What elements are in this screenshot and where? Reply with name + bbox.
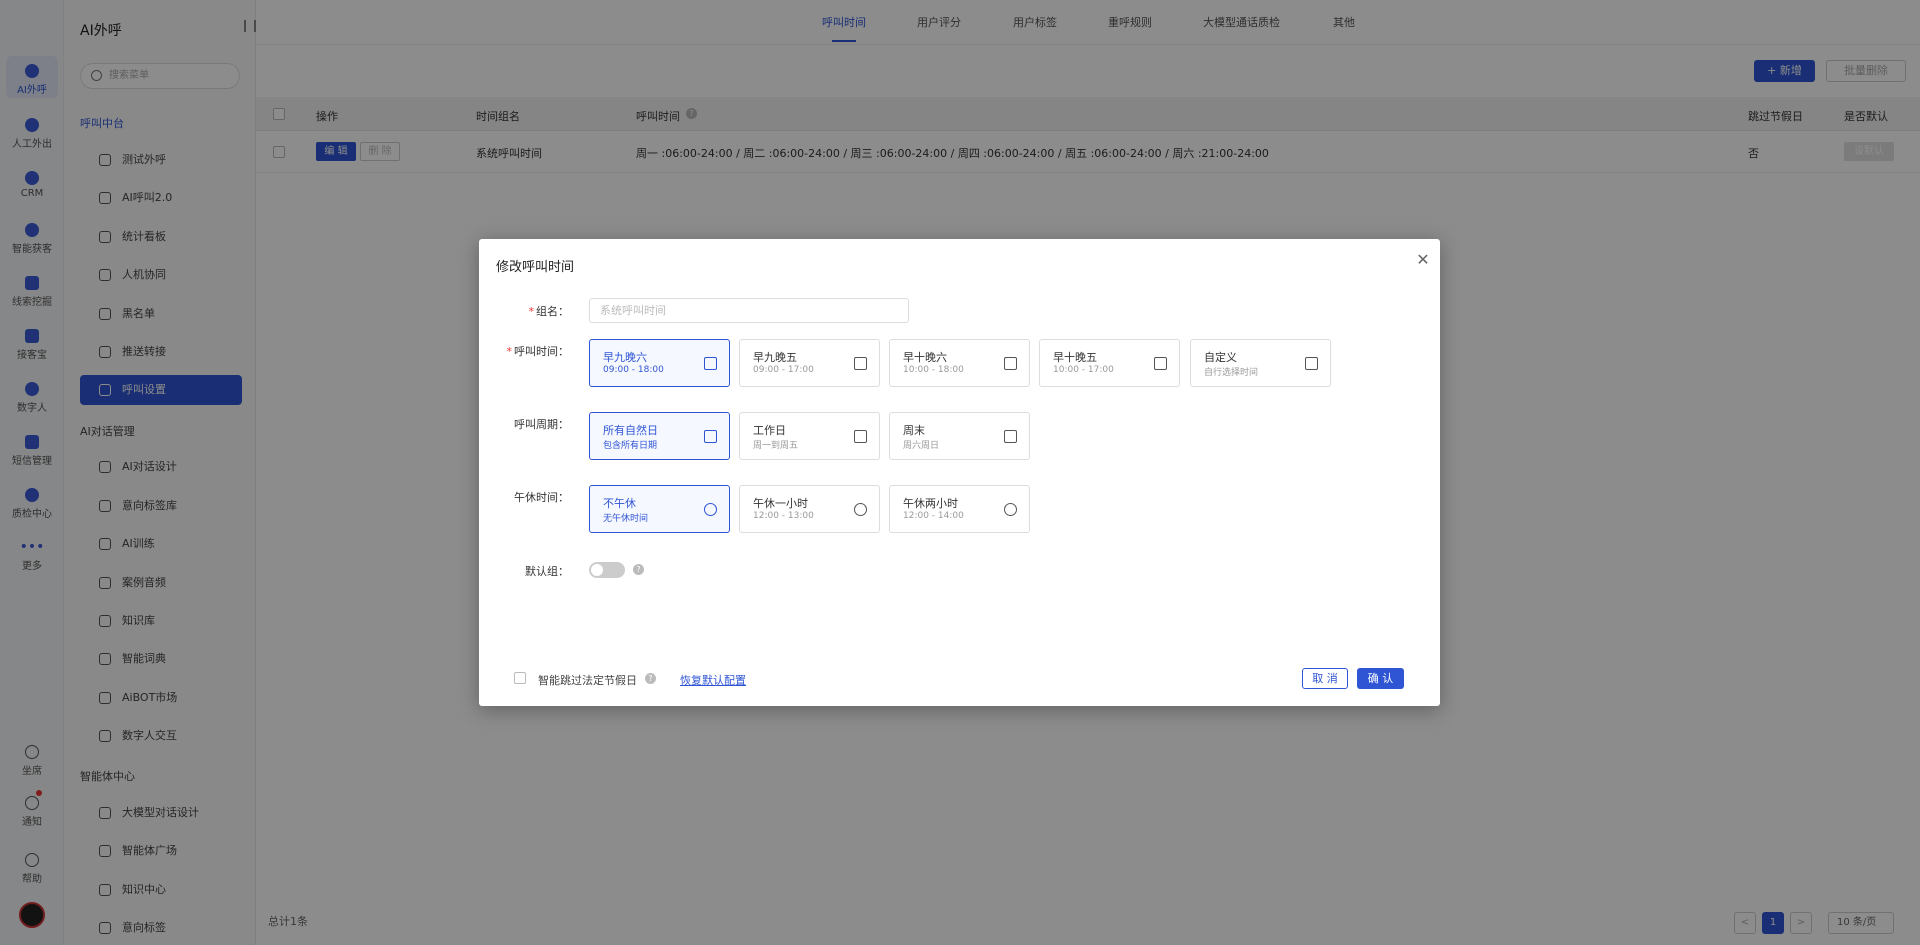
modal-title: 修改呼叫时间 [496,260,575,275]
skip-holiday-checkbox[interactable] [514,672,526,684]
building-icon [1004,357,1017,370]
building-icon [1154,357,1167,370]
refresh-icon [854,503,867,516]
call-time-option-10-5[interactable]: 早十晚五 10:00 - 17:00 [1039,339,1180,387]
restore-default-link[interactable]: 恢复默认配置 [680,672,746,688]
help-icon[interactable]: ? [633,564,644,575]
call-time-option-10-6[interactable]: 早十晚六 10:00 - 18:00 [889,339,1030,387]
confirm-button[interactable]: 确 认 [1357,668,1404,689]
cancel-button[interactable]: 取 消 [1302,668,1348,689]
refresh-icon [704,503,717,516]
group-name-input[interactable]: 系统呼叫时间 [589,298,909,323]
period-option-weekend[interactable]: 周末 周六周日 [889,412,1030,460]
calendar-icon [704,430,717,443]
edit-icon [1305,357,1318,370]
period-label: 呼叫周期： [514,418,569,431]
default-group-label: 默认组： [525,565,569,578]
toggle-knob [591,564,603,576]
help-icon[interactable]: ? [645,673,656,684]
refresh-icon [1004,503,1017,516]
calendar-icon [854,430,867,443]
lunch-label: 午休时间： [514,491,569,504]
period-option-all-days[interactable]: 所有自然日 包含所有日期 [589,412,730,460]
lunch-option-2h[interactable]: 午休两小时 12:00 - 14:00 [889,485,1030,533]
call-time-option-9-6[interactable]: 早九晚六 09:00 - 18:00 [589,339,730,387]
building-icon [704,357,717,370]
building-icon [854,357,867,370]
lunch-option-none[interactable]: 不午休 无午休时间 [589,485,730,533]
edit-call-time-modal: 修改呼叫时间 ✕ * 组名： 系统呼叫时间 * 呼叫时间： 早九晚六 09:00 - … [479,239,1440,706]
default-group-toggle[interactable] [589,562,625,578]
call-time-option-custom[interactable]: 自定义 自行选择时间 [1190,339,1331,387]
lunch-option-1h[interactable]: 午休一小时 12:00 - 13:00 [739,485,880,533]
calendar-icon [1004,430,1017,443]
close-icon[interactable]: ✕ [1416,252,1430,268]
call-time-label: * 呼叫时间： [506,345,570,358]
call-time-option-9-5[interactable]: 早九晚五 09:00 - 17:00 [739,339,880,387]
skip-holiday-text: 智能跳过法定节假日 [538,674,637,687]
period-option-workdays[interactable]: 工作日 周一到周五 [739,412,880,460]
group-name-label: * 组名： [528,305,570,318]
